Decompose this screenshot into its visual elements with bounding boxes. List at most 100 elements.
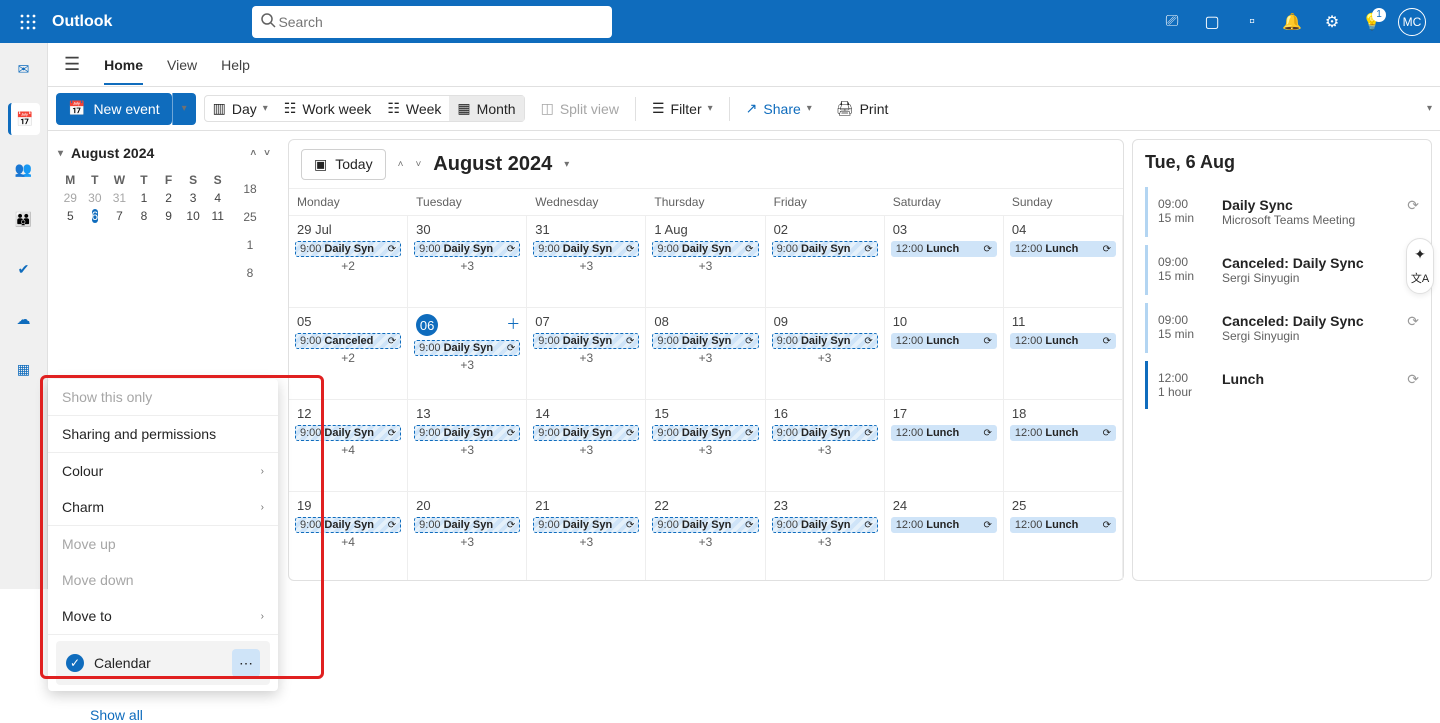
calendar-event[interactable]: 9:00 Daily Syn⟳ [295,517,401,533]
tab-help[interactable]: Help [221,57,250,73]
mini-expand-icon[interactable]: ▾ [58,148,63,159]
calendar-event[interactable]: 9:00 Daily Syn⟳ [414,425,520,441]
calendar-event[interactable]: 9:00 Daily Syn⟳ [533,333,639,349]
calendar-event[interactable]: 12:00 Lunch⟳ [891,241,997,257]
day-cell[interactable]: 149:00 Daily Syn⟳+3 [527,400,646,492]
search-box[interactable] [252,6,612,38]
day-cell[interactable]: 06＋9:00 Daily Syn⟳+3 [408,308,527,400]
agenda-item[interactable]: 09:0015 minDaily SyncMicrosoft Teams Mee… [1145,187,1419,237]
day-cell[interactable]: 219:00 Daily Syn⟳+3 [527,492,646,580]
ctx-charm[interactable]: Charm› [48,489,278,525]
calendar-event[interactable]: 9:00 Daily Syn⟳ [772,425,878,441]
more-events[interactable]: +3 [412,535,522,549]
day-cell[interactable]: 129:00 Daily Syn⟳+4 [289,400,408,492]
calendar-list-item[interactable]: ✓ Calendar ⋯ [56,641,270,685]
ctx-sharing[interactable]: Sharing and permissions [48,416,278,452]
more-events[interactable]: +3 [412,443,522,457]
calendar-event[interactable]: 9:00 Daily Syn⟳ [533,425,639,441]
day-cell[interactable]: 059:00 Canceled⟳+2 [289,308,408,400]
calendar-event[interactable]: 9:00 Daily Syn⟳ [652,333,758,349]
day-cell[interactable]: 0312:00 Lunch⟳ [885,216,1004,308]
day-cell[interactable]: 239:00 Daily Syn⟳+3 [766,492,885,580]
day-cell[interactable]: 309:00 Daily Syn⟳+3 [408,216,527,308]
more-events[interactable]: +3 [770,535,880,549]
settings-icon[interactable]: ⚙ [1312,2,1352,42]
agenda-item[interactable]: 09:0015 minCanceled: Daily SyncSergi Sin… [1145,303,1419,353]
app-launcher-icon[interactable] [8,2,48,42]
print-button[interactable]: 🖨 Print [828,96,897,121]
day-cell[interactable]: 169:00 Daily Syn⟳+3 [766,400,885,492]
notifications-icon[interactable]: 🔔 [1272,2,1312,42]
meet-now-icon[interactable]: ▢ [1192,2,1232,42]
month-picker-icon[interactable]: ▾ [564,159,569,170]
more-events[interactable]: +3 [412,259,522,273]
day-cell[interactable]: 089:00 Daily Syn⟳+3 [646,308,765,400]
more-events[interactable]: +3 [770,351,880,365]
more-events[interactable]: +2 [293,351,403,365]
day-cell[interactable]: 139:00 Daily Syn⟳+3 [408,400,527,492]
day-cell[interactable]: 1712:00 Lunch⟳ [885,400,1004,492]
groups-rail-icon[interactable]: 👪 [8,203,40,235]
onedrive-rail-icon[interactable]: ☁ [8,303,40,335]
calendar-event[interactable]: 12:00 Lunch⟳ [1010,333,1116,349]
new-event-button[interactable]: 📅 New event [56,93,172,125]
calendar-event[interactable]: 9:00 Daily Syn⟳ [533,517,639,533]
day-cell[interactable]: 1012:00 Lunch⟳ [885,308,1004,400]
day-cell[interactable]: 2412:00 Lunch⟳ [885,492,1004,580]
calendar-event[interactable]: 9:00 Daily Syn⟳ [414,241,520,257]
todo-rail-icon[interactable]: ✔ [8,253,40,285]
day-cell[interactable]: 199:00 Daily Syn⟳+4 [289,492,408,580]
calendar-event[interactable]: 12:00 Lunch⟳ [891,425,997,441]
day-cell[interactable]: 1812:00 Lunch⟳ [1004,400,1123,492]
calendar-event[interactable]: 9:00 Daily Syn⟳ [652,425,758,441]
more-events[interactable]: +3 [531,351,641,365]
calendar-event[interactable]: 9:00 Daily Syn⟳ [414,340,520,356]
view-week-button[interactable]: ☷ Week [379,96,449,121]
day-cell[interactable]: 1112:00 Lunch⟳ [1004,308,1123,400]
calendar-more-button[interactable]: ⋯ [232,649,260,677]
view-day-button[interactable]: ▥ Day ▾ [205,96,276,121]
account-avatar[interactable]: MC [1398,8,1426,36]
teams-call-icon[interactable]: ⎚ [1152,2,1192,42]
calendar-event[interactable]: 12:00 Lunch⟳ [1010,241,1116,257]
day-cell[interactable]: 229:00 Daily Syn⟳+3 [646,492,765,580]
today-button[interactable]: ▣ Today [301,149,386,180]
calendar-event[interactable]: 9:00 Canceled⟳ [295,333,401,349]
more-events[interactable]: +4 [293,443,403,457]
more-events[interactable]: +3 [531,443,641,457]
day-cell[interactable]: 209:00 Daily Syn⟳+3 [408,492,527,580]
calendar-event[interactable]: 9:00 Daily Syn⟳ [414,517,520,533]
day-cell[interactable]: 0412:00 Lunch⟳ [1004,216,1123,308]
calendar-event[interactable]: 12:00 Lunch⟳ [891,517,997,533]
tips-icon[interactable]: 💡1 [1352,2,1392,42]
more-events[interactable]: +4 [293,535,403,549]
more-events[interactable]: +2 [293,259,403,273]
mini-next-icon[interactable]: ˅ [264,148,270,159]
calendar-event[interactable]: 9:00 Daily Syn⟳ [652,241,758,257]
view-month-button[interactable]: ▦ Month [449,96,523,121]
day-cell[interactable]: 159:00 Daily Syn⟳+3 [646,400,765,492]
next-month-icon[interactable]: ˅ [415,159,421,170]
day-cell[interactable]: 099:00 Daily Syn⟳+3 [766,308,885,400]
more-apps-rail-icon[interactable]: ▦ [8,353,40,385]
calendar-event[interactable]: 9:00 Daily Syn⟳ [295,241,401,257]
calendar-event[interactable]: 12:00 Lunch⟳ [1010,517,1116,533]
calendar-event[interactable]: 12:00 Lunch⟳ [1010,425,1116,441]
tab-view[interactable]: View [167,57,197,73]
calendar-event[interactable]: 9:00 Daily Syn⟳ [772,241,878,257]
ctx-colour[interactable]: Colour› [48,453,278,489]
nav-toggle-icon[interactable]: ☰ [64,54,80,75]
filter-button[interactable]: ☰ Filter ▾ [644,96,721,121]
add-event-icon[interactable]: ＋ [506,314,520,334]
mini-calendar[interactable]: M T W T F S S 2930311234 567891011 [58,171,230,225]
agenda-item[interactable]: 09:0015 minCanceled: Daily SyncSergi Sin… [1145,245,1419,295]
more-events[interactable]: +3 [412,358,522,372]
prev-month-icon[interactable]: ˄ [398,159,404,170]
mail-rail-icon[interactable]: ✉ [8,53,40,85]
more-events[interactable]: +3 [650,259,760,273]
view-workweek-button[interactable]: ☷ Work week [276,96,380,121]
share-button[interactable]: ↗ Share ▾ [738,96,820,121]
tab-home[interactable]: Home [104,57,143,85]
calendar-event[interactable]: 9:00 Daily Syn⟳ [652,517,758,533]
month-grid[interactable]: 29 Jul9:00 Daily Syn⟳+2309:00 Daily Syn⟳… [289,216,1123,580]
